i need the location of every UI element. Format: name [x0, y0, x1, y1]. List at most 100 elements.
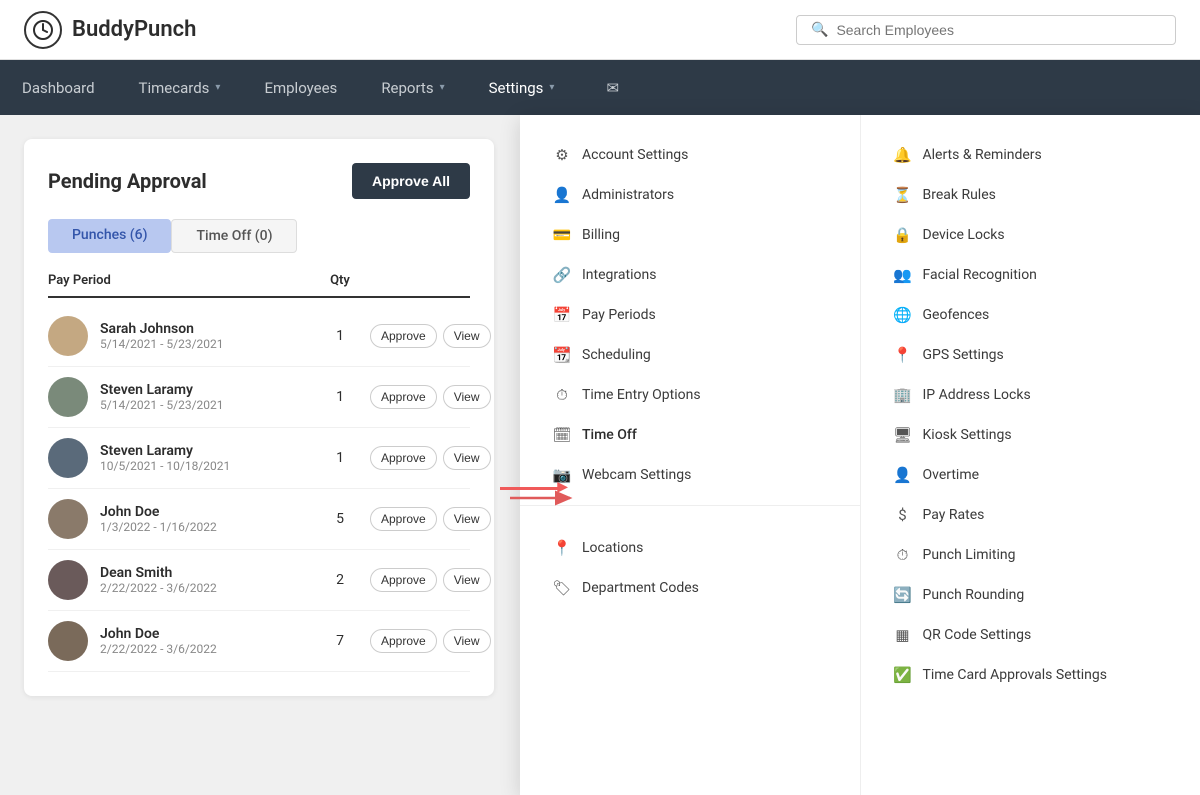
view-button[interactable]: View [443, 385, 491, 409]
qr-code-icon: ▦ [893, 626, 913, 644]
nav-reports-label: Reports [381, 79, 433, 97]
employee-period: 10/5/2021 - 10/18/2021 [100, 459, 310, 473]
menu-device-locks[interactable]: 🔒 Device Locks [861, 215, 1200, 255]
menu-account-settings[interactable]: ⚙ Account Settings [520, 135, 860, 175]
nav-timecards[interactable]: Timecards ▾ [117, 60, 243, 115]
menu-pay-periods-label: Pay Periods [582, 307, 656, 323]
view-button[interactable]: View [443, 568, 491, 592]
qty-cell: 5 [310, 511, 370, 527]
menu-time-off[interactable]: 🗓 Time Off [520, 415, 860, 455]
pay-periods-icon: 📅 [552, 306, 572, 324]
menu-overtime[interactable]: 👤 Overtime [861, 455, 1200, 495]
view-button[interactable]: View [443, 629, 491, 653]
device-locks-icon: 🔒 [893, 226, 913, 244]
tab-punches[interactable]: Punches (6) [48, 219, 171, 253]
view-button[interactable]: View [443, 324, 491, 348]
menu-break-rules-label: Break Rules [923, 187, 996, 203]
menu-punch-rounding[interactable]: 🔄 Punch Rounding [861, 575, 1200, 615]
menu-device-locks-label: Device Locks [923, 227, 1005, 243]
table-row: Sarah Johnson 5/14/2021 - 5/23/2021 1 Ap… [48, 306, 470, 367]
row-actions: Approve View [370, 446, 470, 470]
menu-billing[interactable]: 💳 Billing [520, 215, 860, 255]
dropdown-col-2: 🔔 Alerts & Reminders ⏳ Break Rules 🔒 Dev… [861, 115, 1200, 795]
menu-gps-settings[interactable]: 📍 GPS Settings [861, 335, 1200, 375]
punch-limiting-icon: ⏱ [893, 546, 913, 564]
nav-timecards-label: Timecards [139, 79, 210, 97]
menu-administrators[interactable]: 👤 Administrators [520, 175, 860, 215]
approve-button[interactable]: Approve [370, 385, 437, 409]
menu-time-entry-options[interactable]: ⏱ Time Entry Options [520, 375, 860, 415]
approve-button[interactable]: Approve [370, 629, 437, 653]
content-area: Pending Approval Approve All Punches (6)… [0, 115, 1200, 720]
menu-scheduling[interactable]: 📆 Scheduling [520, 335, 860, 375]
menu-alerts-reminders[interactable]: 🔔 Alerts & Reminders [861, 135, 1200, 175]
menu-time-card-approvals[interactable]: ✅ Time Card Approvals Settings [861, 655, 1200, 695]
nav-reports[interactable]: Reports ▾ [359, 60, 466, 115]
view-button[interactable]: View [443, 446, 491, 470]
mail-icon: ✉ [606, 79, 619, 97]
qty-cell: 1 [310, 450, 370, 466]
approve-all-button[interactable]: Approve All [352, 163, 470, 199]
header: BuddyPunch 🔍 [0, 0, 1200, 60]
menu-account-settings-label: Account Settings [582, 147, 688, 163]
menu-pay-periods[interactable]: 📅 Pay Periods [520, 295, 860, 335]
time-card-approvals-icon: ✅ [893, 666, 913, 684]
menu-kiosk-settings[interactable]: 🖥 Kiosk Settings [861, 415, 1200, 455]
employee-info: Dean Smith 2/22/2022 - 3/6/2022 [100, 565, 310, 595]
nav-dashboard-label: Dashboard [22, 79, 95, 97]
menu-geofences[interactable]: 🌐 Geofences [861, 295, 1200, 335]
nav-mail[interactable]: ✉ [584, 60, 641, 115]
geofences-icon: 🌐 [893, 306, 913, 324]
approve-button[interactable]: Approve [370, 568, 437, 592]
menu-kiosk-settings-label: Kiosk Settings [923, 427, 1012, 443]
table-header: Pay Period Qty [48, 273, 470, 298]
menu-punch-limiting[interactable]: ⏱ Punch Limiting [861, 535, 1200, 575]
nav-employees-label: Employees [264, 79, 337, 97]
approve-button[interactable]: Approve [370, 507, 437, 531]
table-rows: Sarah Johnson 5/14/2021 - 5/23/2021 1 Ap… [48, 306, 470, 672]
col-qty-header: Qty [310, 273, 370, 288]
employee-info: Sarah Johnson 5/14/2021 - 5/23/2021 [100, 321, 310, 351]
menu-qr-code-settings-label: QR Code Settings [923, 627, 1032, 643]
employee-name: John Doe [100, 626, 310, 642]
menu-department-codes-label: Department Codes [582, 580, 699, 596]
menu-scheduling-label: Scheduling [582, 347, 651, 363]
table-row: Dean Smith 2/22/2022 - 3/6/2022 2 Approv… [48, 550, 470, 611]
menu-break-rules[interactable]: ⏳ Break Rules [861, 175, 1200, 215]
table-row: John Doe 1/3/2022 - 1/16/2022 5 Approve … [48, 489, 470, 550]
view-button[interactable]: View [443, 507, 491, 531]
employee-name: John Doe [100, 504, 310, 520]
search-bar[interactable]: 🔍 [796, 15, 1176, 45]
nav-settings[interactable]: Settings ▾ [467, 60, 577, 115]
nav-employees[interactable]: Employees [242, 60, 359, 115]
pay-rates-icon: $ [893, 506, 913, 524]
menu-qr-code-settings[interactable]: ▦ QR Code Settings [861, 615, 1200, 655]
search-input[interactable] [836, 22, 1161, 38]
employee-info: John Doe 1/3/2022 - 1/16/2022 [100, 504, 310, 534]
chevron-down-icon: ▾ [215, 82, 220, 93]
menu-integrations[interactable]: 🔗 Integrations [520, 255, 860, 295]
tab-time-off[interactable]: Time Off (0) [171, 219, 297, 253]
employee-name: Steven Laramy [100, 382, 310, 398]
employee-name: Dean Smith [100, 565, 310, 581]
approve-button[interactable]: Approve [370, 324, 437, 348]
menu-department-codes[interactable]: 🏷 Department Codes [520, 568, 860, 608]
row-actions: Approve View [370, 568, 470, 592]
menu-facial-recognition[interactable]: 👥 Facial Recognition [861, 255, 1200, 295]
menu-billing-label: Billing [582, 227, 620, 243]
row-actions: Approve View [370, 507, 470, 531]
qty-cell: 2 [310, 572, 370, 588]
table-row: Steven Laramy 10/5/2021 - 10/18/2021 1 A… [48, 428, 470, 489]
employee-period: 5/14/2021 - 5/23/2021 [100, 337, 310, 351]
menu-pay-rates[interactable]: $ Pay Rates [861, 495, 1200, 535]
menu-pay-rates-label: Pay Rates [923, 507, 985, 523]
nav-dashboard[interactable]: Dashboard [0, 60, 117, 115]
menu-time-card-approvals-label: Time Card Approvals Settings [923, 667, 1108, 683]
settings-dropdown: ⚙ Account Settings 👤 Administrators 💳 Bi… [520, 115, 1200, 795]
admin-icon: 👤 [552, 186, 572, 204]
approve-button[interactable]: Approve [370, 446, 437, 470]
menu-locations[interactable]: 📍 Locations [520, 528, 860, 568]
menu-punch-limiting-label: Punch Limiting [923, 547, 1016, 563]
menu-ip-address-locks[interactable]: 🏢 IP Address Locks [861, 375, 1200, 415]
employee-info: John Doe 2/22/2022 - 3/6/2022 [100, 626, 310, 656]
